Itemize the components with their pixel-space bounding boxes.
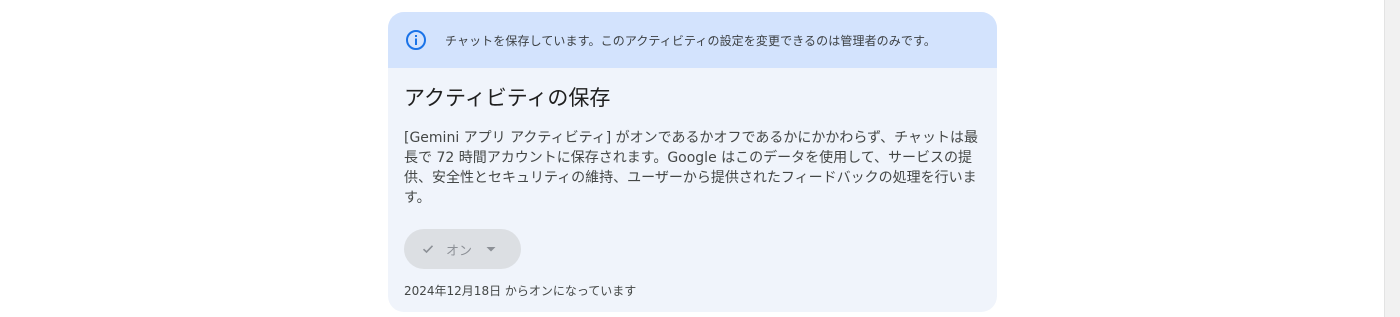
page-scrollbar[interactable]	[1384, 0, 1400, 317]
info-banner-text: チャットを保存しています。このアクティビティの設定を変更できるのは管理者のみです…	[445, 33, 936, 48]
activity-status-value: オン	[446, 243, 473, 259]
activity-enabled-since: 2024年12月18日 からオンになっています	[404, 284, 637, 298]
info-icon	[405, 29, 427, 51]
section-title: アクティビティの保存	[404, 86, 611, 110]
activity-section: アクティビティの保存 [Gemini アプリ アクティビティ] がオンであるかオ…	[388, 84, 997, 299]
page: チャットを保存しています。このアクティビティの設定を変更できるのは管理者のみです…	[0, 0, 1400, 317]
check-icon	[422, 243, 434, 255]
info-banner: チャットを保存しています。このアクティビティの設定を変更できるのは管理者のみです…	[388, 12, 997, 68]
caret-down-icon	[486, 244, 496, 254]
activity-settings-card: チャットを保存しています。このアクティビティの設定を変更できるのは管理者のみです…	[388, 12, 997, 312]
activity-status-dropdown[interactable]: オン	[404, 229, 521, 269]
section-description: [Gemini アプリ アクティビティ] がオンであるかオフであるかにかかわらず…	[404, 130, 978, 206]
